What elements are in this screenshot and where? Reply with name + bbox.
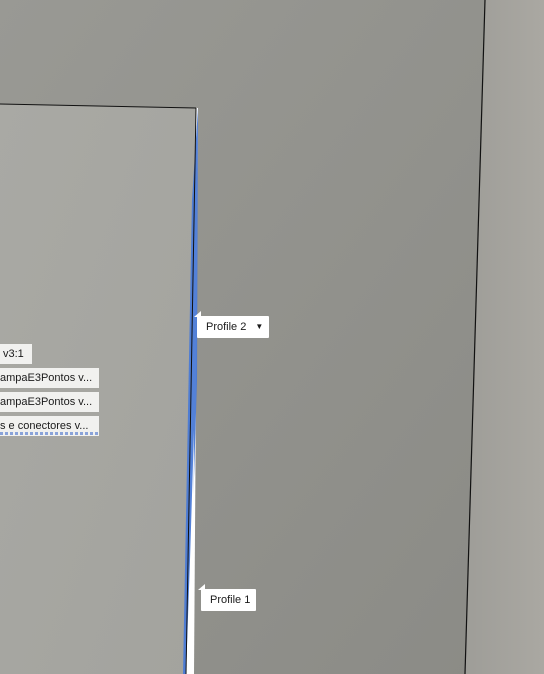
chevron-down-icon[interactable]: ▼ xyxy=(255,316,263,338)
front-panel[interactable] xyxy=(0,0,544,674)
label-item-3[interactable]: s e conectores v... xyxy=(0,416,99,436)
label-item-1-text: ampaE3Pontos v... xyxy=(0,372,93,384)
3d-viewport[interactable]: v3:1 ampaE3Pontos v... ampaE3Pontos v...… xyxy=(0,0,544,674)
profile-1-callout[interactable]: Profile 1 xyxy=(197,584,257,611)
label-version[interactable]: v3:1 xyxy=(0,344,32,364)
label-item-2-text: ampaE3Pontos v... xyxy=(0,396,93,408)
profile-1-label: Profile 1 xyxy=(210,594,251,606)
profile-2-callout[interactable]: Profile 2 ▼ xyxy=(193,311,270,338)
label-version-text: v3:1 xyxy=(3,348,24,360)
label-item-3-text: s e conectores v... xyxy=(0,420,89,432)
label-item-3-underline xyxy=(0,432,99,435)
label-item-2[interactable]: ampaE3Pontos v... xyxy=(0,392,99,412)
label-item-1[interactable]: ampaE3Pontos v... xyxy=(0,368,99,388)
profile-2-label: Profile 2 xyxy=(206,321,247,333)
